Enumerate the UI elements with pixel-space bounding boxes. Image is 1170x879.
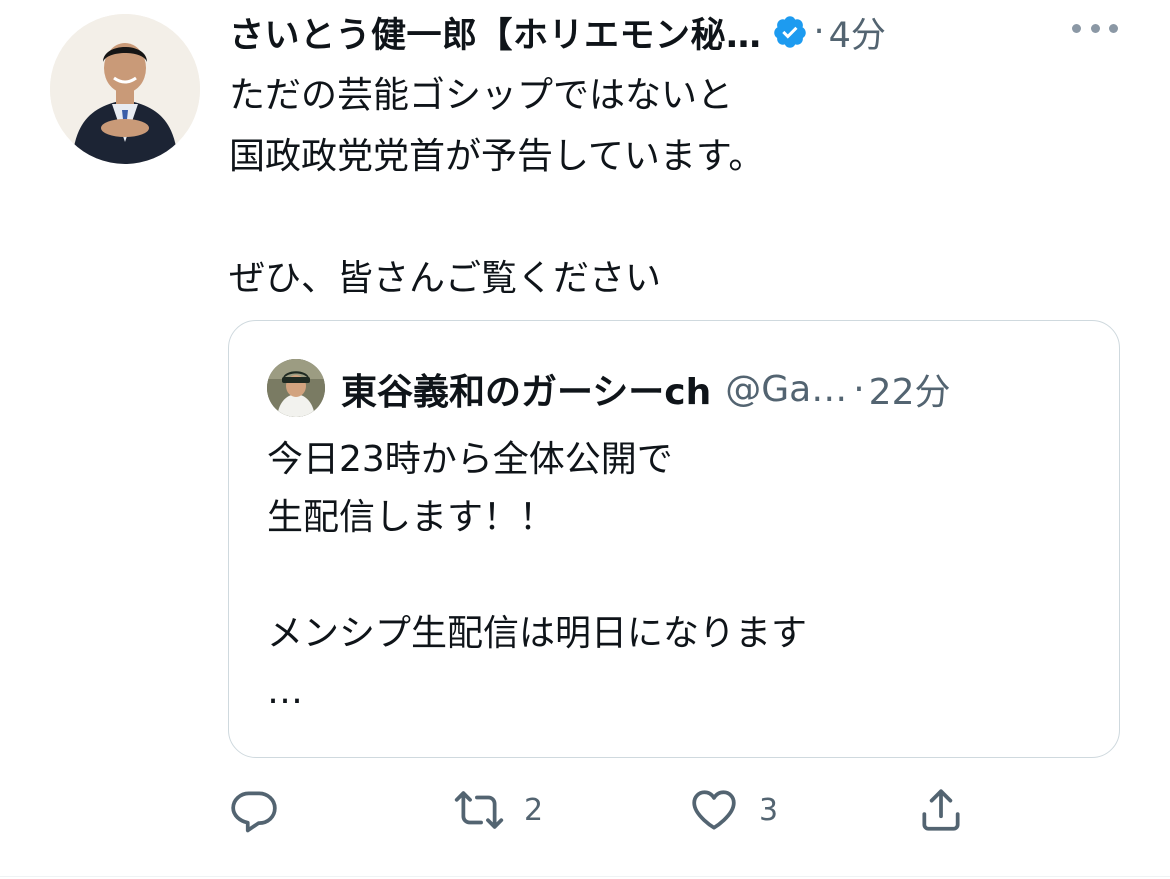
heart-icon (692, 790, 736, 830)
retweet-count: 2 (524, 792, 544, 828)
quoted-author-handle: @Ga… (725, 368, 848, 410)
reply-icon (231, 791, 277, 833)
quoted-tweet-header: 東谷義和のガーシーch @Ga… · 22分 (341, 363, 950, 415)
quoted-author-avatar (267, 359, 325, 417)
reply-button[interactable] (229, 780, 299, 840)
share-icon (922, 789, 960, 831)
share-button[interactable] (916, 780, 966, 840)
tweet-text: ただの芸能ゴシップではないと 国政政党党首が予告しています。 ぜひ、皆さんご覧く… (229, 75, 765, 299)
quoted-tweet-text: 今日23時から全体公開で 生配信します！！ メンシプ生配信は明日になります … (267, 439, 808, 712)
retweet-button[interactable]: 2 (454, 780, 543, 840)
author-name[interactable]: さいとう健一郎【ホリエモン秘… (229, 7, 762, 58)
quoted-tweet-card[interactable]: 東谷義和のガーシーch @Ga… · 22分 今日23時から全体公開で 生配信し… (228, 320, 1120, 758)
like-count: 3 (759, 792, 779, 828)
tweet-actions: 2 3 (229, 780, 1129, 840)
divider (0, 876, 1170, 877)
quoted-author-name: 東谷義和のガーシーch (341, 372, 712, 413)
tweet-header: さいとう健一郎【ホリエモン秘… · 4分 (229, 8, 1109, 56)
quoted-header-separator: · (853, 368, 865, 410)
tweet-timestamp[interactable]: 4分 (829, 7, 886, 58)
quoted-tweet-timestamp: 22分 (868, 372, 951, 413)
header-separator: · (813, 12, 825, 52)
author-avatar[interactable] (50, 14, 200, 164)
like-button[interactable]: 3 (689, 780, 778, 840)
verified-badge-icon (772, 14, 808, 50)
more-horizontal-icon[interactable] (1072, 18, 1118, 38)
retweet-icon (454, 791, 504, 829)
